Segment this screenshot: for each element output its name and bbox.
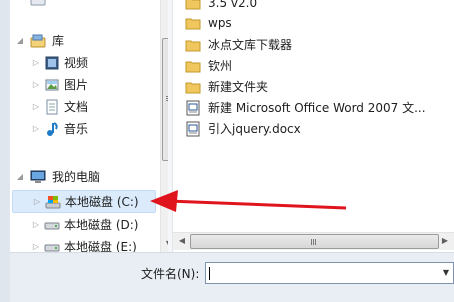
nav-item-drive-e[interactable]: ▷ 本地磁盘 (E:) — [10, 236, 150, 252]
nav-drive-d-label: 本地磁盘 (D:) — [64, 218, 139, 232]
video-library-icon — [44, 55, 60, 71]
nav-item-pictures[interactable]: ▷ 图片 — [10, 74, 150, 96]
nav-computer-label: 我的电脑 — [52, 170, 101, 184]
nav-drive-e-label: 本地磁盘 (E:) — [64, 240, 137, 252]
grip-line — [311, 239, 312, 245]
computer-icon — [30, 169, 46, 185]
filename-label: 文件名(N): — [141, 267, 200, 281]
content-horizontal-scrollbar[interactable]: ◀ ▶ — [173, 232, 454, 250]
music-library-icon — [44, 121, 60, 137]
folder-icon — [185, 37, 201, 53]
file-list: 3.5 v2.0 wps 冰点文库下载器 钦州 新建文件夹 新建 Microso… — [173, 0, 454, 232]
nav-item-videos[interactable]: ▷ 视频 — [10, 52, 150, 74]
collapse-arrow-icon[interactable]: ◢ — [16, 30, 24, 52]
hard-drive-icon — [44, 217, 60, 233]
folder-icon — [185, 0, 201, 11]
nav-item-documents[interactable]: ▷ 文档 — [10, 96, 150, 118]
expand-arrow-icon[interactable]: ▷ — [32, 74, 40, 96]
expand-arrow-icon[interactable]: ▷ — [32, 96, 40, 118]
grip-line — [313, 239, 314, 245]
nav-vertical-scrollbar[interactable]: ▼ — [160, 0, 168, 252]
content-scrollbar-thumb[interactable] — [190, 234, 439, 249]
expand-arrow-icon[interactable]: ▷ — [32, 236, 40, 252]
expand-arrow-icon[interactable]: ▷ — [32, 52, 40, 74]
hard-drive-icon — [44, 239, 60, 252]
folder-icon — [185, 79, 201, 95]
folder-icon — [185, 15, 201, 31]
file-name: wps — [208, 16, 232, 30]
folder-icon — [30, 0, 46, 7]
pictures-library-icon — [44, 77, 60, 93]
word-document-icon — [185, 100, 201, 116]
file-name: 3.5 v2.0 — [208, 0, 258, 10]
documents-library-icon — [44, 99, 60, 115]
scroll-right-arrow-icon[interactable]: ▶ — [437, 233, 453, 249]
library-icon — [30, 33, 46, 49]
nav-item-computer[interactable]: ◢ 我的电脑 — [10, 166, 150, 188]
collapse-arrow-icon[interactable]: ◢ — [16, 166, 24, 188]
word-document-icon — [185, 121, 201, 137]
nav-drive-c-label: 本地磁盘 (C:) — [65, 195, 139, 209]
nav-documents-label: 文档 — [64, 100, 89, 114]
expand-arrow-icon[interactable]: ▷ — [33, 191, 41, 213]
filename-input[interactable]: ▼ — [205, 262, 454, 284]
grip-line — [315, 239, 316, 245]
file-name: 新建文件夹 — [208, 80, 269, 94]
text-caret — [209, 267, 210, 280]
nav-item-music[interactable]: ▷ 音乐 — [10, 118, 150, 140]
nav-item-drive-d[interactable]: ▷ 本地磁盘 (D:) — [10, 214, 150, 236]
navigation-pane: ◢ 库 ▷ 视频 ▷ 图片 ▷ 文档 ▷ 音乐 ◢ 我的电脑 ▷ 本地磁盘 (C… — [10, 0, 168, 252]
scroll-left-arrow-icon[interactable]: ◀ — [174, 233, 190, 249]
system-drive-icon — [45, 194, 61, 210]
nav-music-label: 音乐 — [64, 122, 89, 136]
chevron-down-icon[interactable]: ▼ — [439, 263, 453, 283]
nav-pictures-label: 图片 — [64, 78, 89, 92]
nav-item-library[interactable]: ◢ 库 — [10, 30, 150, 52]
file-name: 冰点文库下载器 — [208, 38, 293, 52]
file-name: 钦州 — [208, 59, 233, 73]
nav-library-label: 库 — [52, 34, 65, 48]
file-name: 引入jquery.docx — [208, 122, 301, 136]
nav-item-drive-c[interactable]: ▷ 本地磁盘 (C:) — [12, 190, 156, 213]
folder-icon — [185, 58, 201, 74]
save-dialog: ◢ 库 ▷ 视频 ▷ 图片 ▷ 文档 ▷ 音乐 ◢ 我的电脑 ▷ 本地磁盘 (C… — [0, 0, 454, 302]
file-name: 新建 Microsoft Office Word 2007 文... — [208, 101, 426, 115]
expand-arrow-icon[interactable]: ▷ — [32, 214, 40, 236]
nav-videos-label: 视频 — [64, 56, 89, 70]
nav-item-partial[interactable] — [10, 0, 150, 10]
expand-arrow-icon[interactable]: ▷ — [32, 118, 40, 140]
window-edge — [0, 0, 10, 302]
scroll-down-arrow-icon[interactable]: ▼ — [161, 236, 168, 252]
